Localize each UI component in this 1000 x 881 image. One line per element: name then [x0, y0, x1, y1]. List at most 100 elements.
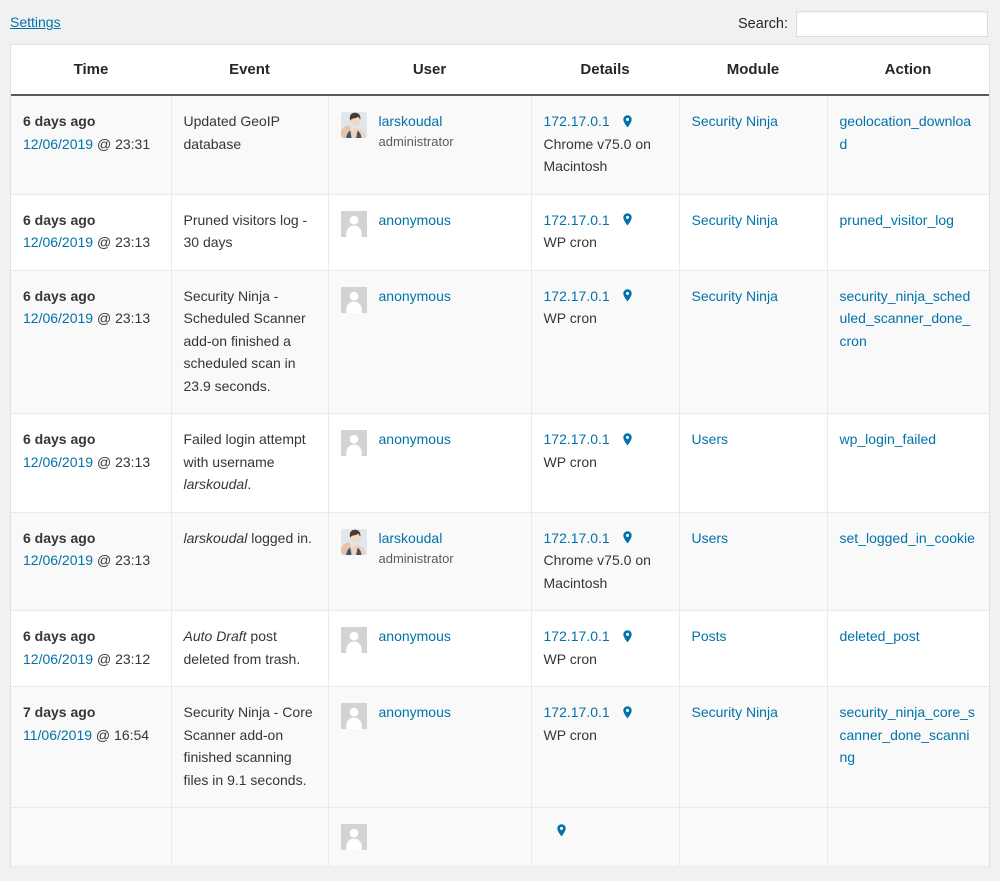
module-link[interactable]: Security Ninja [692, 704, 778, 720]
cell-action: security_ninja_scheduled_scanner_done_cr… [827, 270, 989, 414]
action-link[interactable]: geolocation_download [840, 113, 972, 152]
ip-address-link[interactable]: 172.17.0.1 [544, 428, 610, 451]
ip-line: 172.17.0.1 [544, 110, 667, 133]
ip-address-link[interactable]: 172.17.0.1 [544, 701, 610, 724]
cell-event: Security Ninja - Core Scanner add-on fin… [171, 686, 329, 808]
map-pin-icon[interactable] [554, 822, 569, 839]
ip-line: 172.17.0.1 [544, 209, 667, 232]
table-row [11, 807, 989, 867]
column-header-module[interactable]: Module [679, 45, 827, 96]
user-name-link[interactable]: larskoudal [379, 527, 454, 549]
photo-avatar [340, 112, 367, 138]
log-viewer-page: Settings Search: Time Event User Details… [0, 0, 1000, 881]
ip-address-link[interactable]: 172.17.0.1 [544, 209, 610, 232]
event-text: Updated GeoIP database [183, 113, 280, 152]
user-text-block: anonymous [379, 701, 451, 723]
action-link[interactable]: deleted_post [840, 628, 920, 644]
user-name-link[interactable]: anonymous [379, 209, 451, 231]
time-at-separator: @ [93, 310, 112, 326]
anonymous-avatar [340, 430, 367, 456]
map-pin-icon[interactable] [620, 113, 635, 130]
clock-time: 23:13 [115, 552, 151, 568]
absolute-date-link[interactable]: 11/06/2019 [23, 727, 92, 743]
cell-event: larskoudal logged in. [171, 512, 329, 611]
user-agent: WP cron [543, 234, 597, 250]
user-name-link[interactable]: anonymous [379, 428, 451, 450]
cell-time: 6 days ago 12/06/2019 @ 23:13 [11, 413, 172, 513]
module-link[interactable]: Users [692, 530, 729, 546]
ip-address-link[interactable]: 172.17.0.1 [544, 625, 610, 648]
column-header-event[interactable]: Event [171, 45, 328, 96]
search-input[interactable] [796, 11, 988, 37]
absolute-date-link[interactable]: 12/06/2019 [23, 234, 93, 250]
absolute-date-link[interactable]: 12/06/2019 [23, 552, 93, 568]
user-text-block: larskoudal administrator [379, 110, 454, 152]
map-pin-icon[interactable] [620, 431, 635, 448]
user-name-link[interactable]: anonymous [379, 701, 451, 723]
toolbar: Settings Search: [0, 0, 1000, 44]
cell-action: geolocation_download [827, 95, 989, 195]
user-block [340, 822, 519, 850]
action-link[interactable]: security_ninja_core_scanner_done_scannin… [840, 704, 975, 765]
user-block: larskoudal administrator [340, 110, 519, 152]
cell-time: 6 days ago 12/06/2019 @ 23:13 [11, 512, 172, 611]
column-header-action[interactable]: Action [827, 45, 989, 96]
map-pin-icon[interactable] [620, 211, 635, 228]
column-header-time[interactable]: Time [11, 45, 171, 96]
clock-time: 23:12 [115, 650, 151, 667]
cell-partial [171, 807, 329, 867]
module-link[interactable]: Posts [692, 628, 727, 644]
user-text-block: anonymous [379, 428, 451, 450]
cell-module: Posts [679, 610, 828, 687]
module-link[interactable]: Security Ninja [692, 113, 778, 129]
cell-action: security_ninja_core_scanner_done_scannin… [827, 686, 989, 808]
cell-details: 172.17.0.1 WP cron [531, 686, 680, 808]
action-link[interactable]: pruned_visitor_log [840, 212, 954, 228]
cell-details: 172.17.0.1 Chrome v75.0 on Macintosh [531, 512, 680, 611]
module-link[interactable]: Users [692, 431, 729, 447]
user-agent: Chrome v75.0 on Macintosh [543, 135, 651, 175]
user-agent: WP cron [543, 726, 597, 743]
user-block: anonymous [340, 625, 519, 653]
search-label: Search: [738, 16, 788, 32]
clock-time: 16:54 [114, 726, 150, 743]
map-pin-icon[interactable] [620, 529, 635, 546]
user-name-link[interactable]: anonymous [379, 625, 451, 647]
column-header-user[interactable]: User [328, 45, 531, 96]
absolute-date-link[interactable]: 12/06/2019 [23, 454, 93, 470]
absolute-date-link[interactable]: 12/06/2019 [23, 310, 93, 326]
ip-line: 172.17.0.1 [544, 428, 667, 451]
action-link[interactable]: wp_login_failed [840, 431, 937, 447]
action-link[interactable]: security_ninja_scheduled_scanner_done_cr… [840, 288, 971, 349]
absolute-date-link[interactable]: 12/06/2019 [23, 651, 93, 667]
absolute-date-link[interactable]: 12/06/2019 [23, 136, 93, 152]
cell-user: anonymous [328, 686, 532, 808]
map-pin-icon[interactable] [620, 704, 635, 721]
clock-time: 23:13 [115, 234, 151, 250]
relative-time: 6 days ago [23, 211, 96, 228]
map-pin-icon[interactable] [620, 628, 635, 645]
cell-time: 6 days ago 12/06/2019 @ 23:13 [11, 270, 172, 414]
module-link[interactable]: Security Ninja [692, 288, 778, 304]
user-name-link[interactable]: anonymous [379, 285, 451, 307]
event-text: Pruned visitors log - 30 days [183, 211, 308, 251]
module-link[interactable]: Security Ninja [692, 212, 778, 228]
user-name-link[interactable]: larskoudal [379, 110, 454, 132]
event-text: logged in. [247, 529, 312, 546]
cell-time: 6 days ago 12/06/2019 @ 23:12 [11, 610, 172, 687]
settings-link[interactable]: Settings [10, 13, 61, 31]
user-text-block: larskoudal administrator [379, 527, 454, 569]
cell-details: 172.17.0.1 WP cron [531, 610, 680, 687]
map-pin-icon[interactable] [620, 287, 635, 304]
cell-action: set_logged_in_cookie [827, 512, 989, 611]
action-link[interactable]: set_logged_in_cookie [840, 530, 975, 546]
column-header-details[interactable]: Details [531, 45, 679, 96]
table-body: 6 days ago 12/06/2019 @ 23:31 Updated GeoI… [11, 95, 989, 867]
ip-address-link[interactable]: 172.17.0.1 [544, 110, 610, 133]
ip-address-link[interactable]: 172.17.0.1 [544, 527, 610, 550]
table-row: 7 days ago 11/06/2019 @ 16:54 Security Nin… [11, 686, 989, 808]
anonymous-avatar [340, 627, 367, 653]
ip-address-link[interactable]: 172.17.0.1 [544, 285, 610, 308]
cell-module: Users [679, 413, 828, 513]
cell-partial [827, 807, 989, 867]
